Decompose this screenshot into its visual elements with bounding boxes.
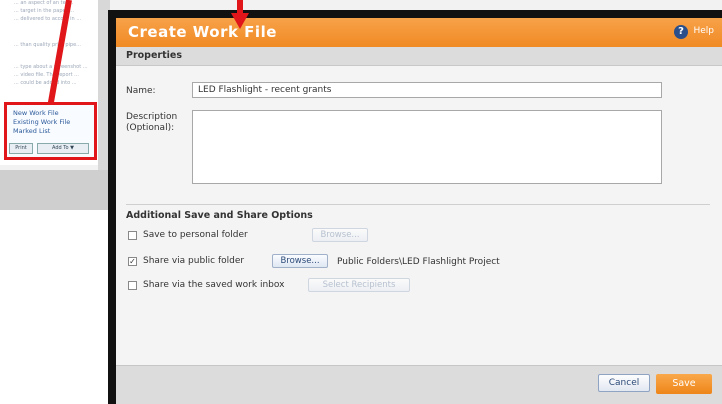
personal-folder-browse-button[interactable]: Browse... [312,228,368,242]
callout-box: New Work File Existing Work File Marked … [4,102,97,160]
panel-text-line: ... an aspect of an tec... [14,0,74,6]
pointer-arrow-head [231,13,249,29]
marked-list-link[interactable]: Marked List [13,127,94,135]
divider [126,204,710,205]
public-folder-browse-button[interactable]: Browse... [272,254,328,268]
dialog-title: Create Work File [128,23,277,41]
panel-text-line: ... target in the paper ... [14,8,74,14]
public-folder-path: Public Folders\LED Flashlight Project [337,257,500,267]
new-work-file-link[interactable]: New Work File [13,109,94,117]
options-header: Additional Save and Share Options [126,210,313,221]
add-to-button[interactable]: Add To ▼ [37,143,89,154]
name-label: Name: [126,86,156,96]
save-to-personal-folder-label: Save to personal folder [143,230,248,240]
pointer-arrow [237,0,243,14]
share-via-saved-work-inbox-label: Share via the saved work inbox [143,280,285,290]
cancel-button[interactable]: Cancel [598,374,650,392]
print-button[interactable]: Print [9,143,33,154]
share-via-public-folder-checkbox[interactable]: ✓ [128,257,137,266]
dialog-body: Create Work File ? Help Properties Name:… [116,18,722,404]
section-title: Properties [126,50,182,61]
dialog-titlebar: Create Work File ? Help [116,18,722,47]
create-work-file-dialog: Create Work File ? Help Properties Name:… [108,10,722,404]
help-icon[interactable]: ? [674,25,688,39]
select-recipients-button[interactable]: Select Recipients [308,278,410,292]
description-label: Description (Optional): [126,112,178,133]
background-band [0,170,110,210]
panel-text-line: ... delivered to accord in ... [14,16,82,22]
existing-work-file-link[interactable]: Existing Work File [13,118,94,126]
save-to-personal-folder-checkbox[interactable] [128,231,137,240]
panel-text-line: ... than quality prior pipe... [14,42,81,48]
properties-section-header: Properties [116,47,722,66]
save-button[interactable]: Save [656,374,712,394]
share-via-saved-work-inbox-checkbox[interactable] [128,281,137,290]
name-field[interactable]: LED Flashlight - recent grants [192,82,662,98]
share-via-public-folder-label: Share via public folder [143,256,245,266]
help-link[interactable]: Help [693,26,714,36]
dialog-footer: Cancel Save [116,365,722,404]
description-field[interactable] [192,110,662,184]
